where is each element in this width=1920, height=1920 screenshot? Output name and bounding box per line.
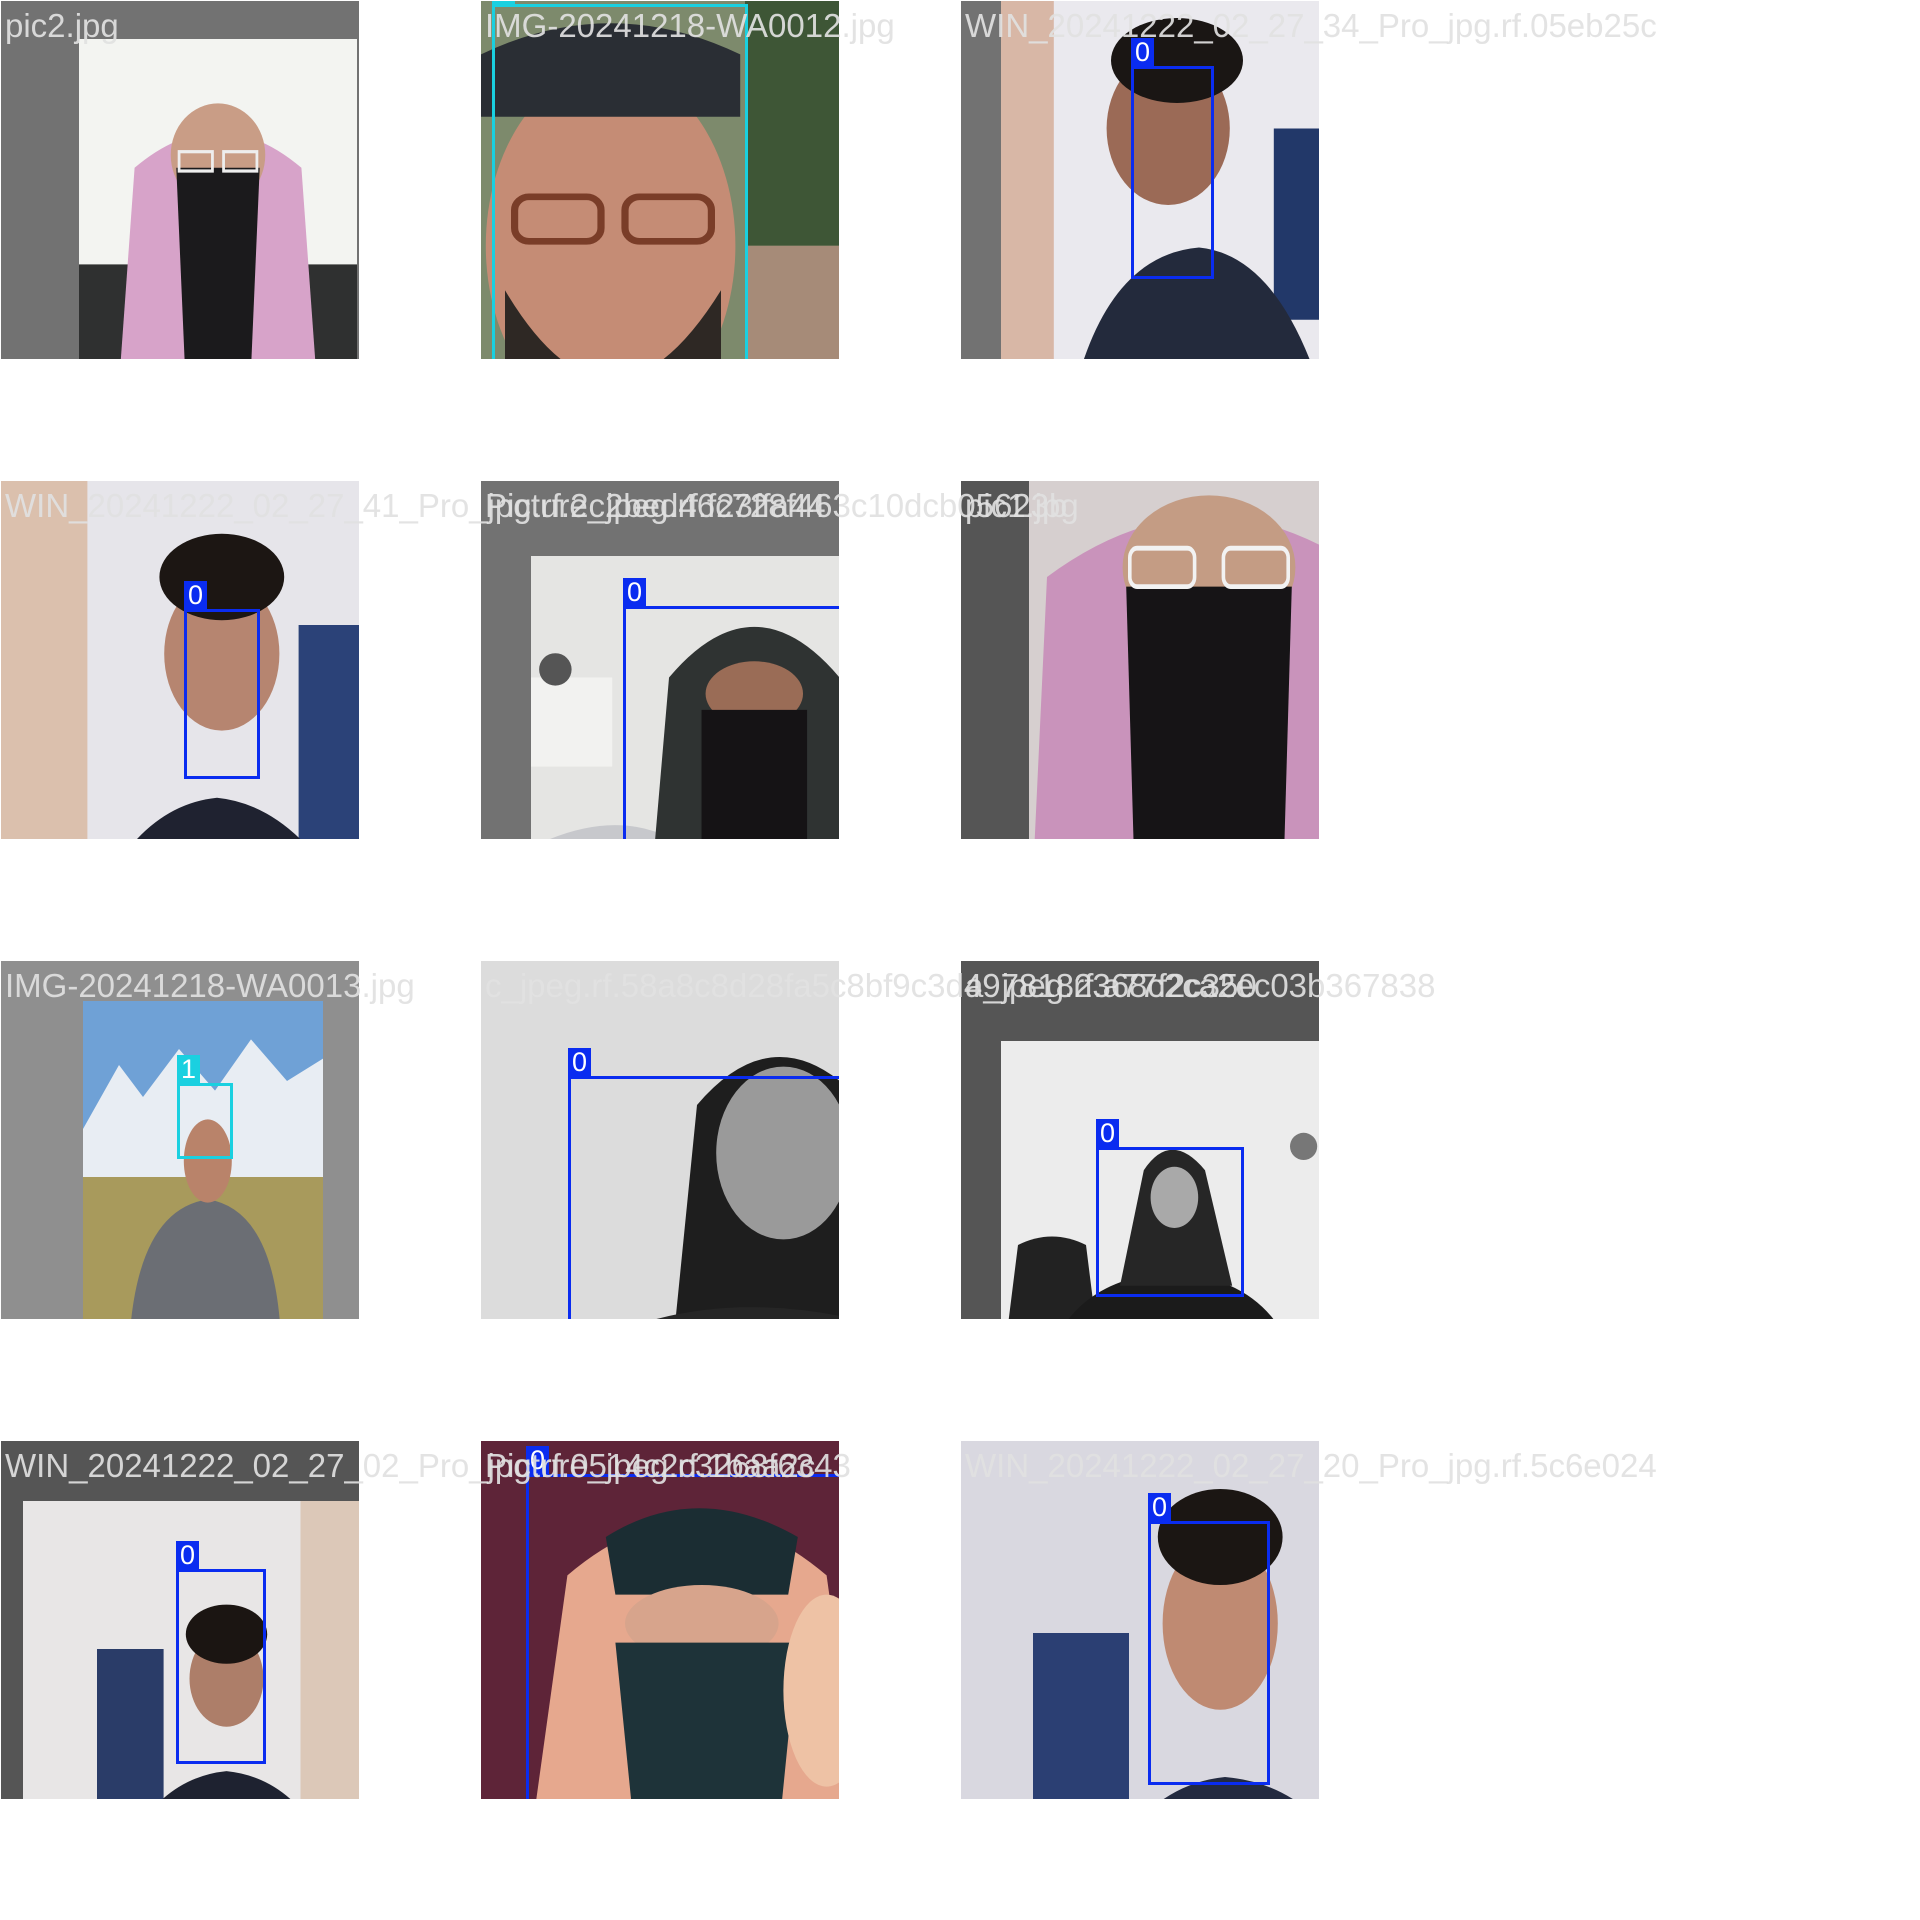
detection-label: 0 (184, 581, 208, 609)
tile-8: 0 (480, 960, 840, 1320)
detection-label: 1 (177, 1055, 201, 1083)
detection-label: 0 (176, 1541, 200, 1569)
detection-label: 0 (1131, 38, 1155, 66)
detection-box-class-0: 0 (176, 1541, 266, 1764)
tile-9: 0 (960, 960, 1320, 1320)
detection-box-class-0: 0 (184, 581, 260, 779)
detection-label: 0 (568, 1048, 592, 1076)
detection-box-class-1: 1 (492, 1, 748, 359)
tile-3: 0 (960, 0, 1320, 360)
detection-box-class-0: 0 (526, 1446, 839, 1799)
photo-man-mountains (83, 1001, 323, 1319)
training-batch-mosaic: 1 0 (0, 0, 1657, 1800)
photo-woman-pink-hijab-hands (1029, 481, 1319, 839)
tile-11: 0 (480, 1440, 840, 1800)
detection-box-class-0: 0 (1096, 1119, 1244, 1297)
detection-label: 0 (623, 578, 647, 606)
photo-woman-pink-hijab (79, 39, 357, 359)
tile-1 (0, 0, 360, 360)
tile-6 (960, 480, 1320, 840)
detection-label: 0 (1148, 1493, 1172, 1521)
detection-box-class-0: 0 (568, 1048, 839, 1319)
detection-box-class-1: 1 (177, 1055, 233, 1159)
detection-label: 1 (492, 1, 516, 4)
tile-7: 1 (0, 960, 360, 1320)
detection-label: 0 (1096, 1119, 1120, 1147)
detection-label: 0 (526, 1446, 550, 1474)
tile-5: 0 (480, 480, 840, 840)
tile-2: 1 (480, 0, 840, 360)
detection-box-class-0: 0 (623, 578, 839, 839)
tile-10: 0 (0, 1440, 360, 1800)
photo-man-frontal (1, 481, 359, 839)
detection-box-class-0: 0 (1148, 1493, 1270, 1785)
tile-12: 0 (960, 1440, 1320, 1800)
detection-box-class-0: 0 (1131, 38, 1214, 279)
tile-4: 0 (0, 480, 360, 840)
